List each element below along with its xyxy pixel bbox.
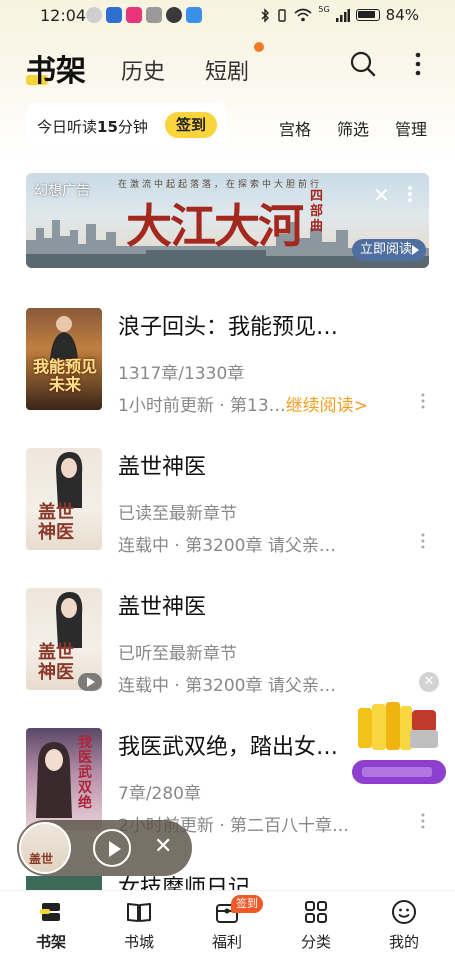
search-icon[interactable] — [350, 51, 376, 77]
battery-percent: 84% — [385, 6, 419, 24]
nav-label: 分类 — [300, 933, 331, 951]
app-icon — [146, 7, 162, 23]
nav-profile[interactable]: 我的 — [374, 899, 434, 952]
listen-minutes: 15 — [97, 118, 118, 136]
signal-icon — [335, 8, 350, 22]
listen-prefix: 今日听读 — [37, 118, 98, 136]
player-close-icon[interactable]: ✕ — [154, 834, 172, 859]
ad-more-icon[interactable] — [407, 185, 413, 203]
ad-close-icon[interactable]: ✕ — [373, 183, 390, 207]
book-progress: 7章/280章 — [118, 784, 201, 804]
game-icon — [106, 7, 122, 23]
book-more-icon[interactable] — [420, 532, 426, 550]
ad-subtitle: 四部曲 — [310, 189, 324, 234]
wifi-icon — [294, 8, 312, 22]
listen-time-text: 今日听读15分钟 — [37, 116, 148, 137]
cover-title-art: 盖世神医 — [38, 502, 74, 543]
vibrate-icon — [278, 8, 287, 22]
top-tab-bar: 书架 历史 短剧 — [0, 38, 455, 98]
app-blue-icon — [186, 7, 202, 23]
tab-bookshelf[interactable]: 书架 — [26, 46, 86, 90]
notification-icons — [86, 7, 202, 23]
status-time: 12:04 — [40, 6, 87, 25]
book-update-info: 1小时前更新 · 第13…继续阅读> — [118, 391, 368, 416]
wechat-icon — [86, 7, 102, 23]
nav-category[interactable]: 分类 — [286, 899, 346, 952]
tab-short-drama[interactable]: 短剧 — [205, 54, 249, 86]
profile-icon — [392, 900, 416, 924]
play-button[interactable] — [93, 829, 131, 867]
player-cover[interactable]: 盖世 — [19, 822, 71, 874]
grid-view-button[interactable]: 宫格 — [279, 116, 311, 140]
status-bar: 12:04 5G 84% — [0, 0, 455, 32]
tab-history[interactable]: 历史 — [121, 54, 165, 86]
book-item[interactable]: 我能预见未来 浪子回头：我能预见… 1317章/1330章 1小时前更新 · 第… — [0, 308, 455, 428]
qq-icon — [166, 7, 182, 23]
book-cover[interactable]: 盖世神医 — [26, 448, 102, 550]
nav-bookstore[interactable]: 书城 — [109, 899, 169, 952]
book-update-text: 1小时前更新 · 第13… — [118, 396, 286, 416]
ad-slogan: 在激流中起起落落，在探索中大胆前行 — [118, 180, 323, 190]
ad-title: 大江大河 — [126, 199, 304, 253]
book-item[interactable]: 盖世神医 盖世神医 已读至最新章节 连载中 · 第3200章 请父亲… — [0, 448, 455, 568]
gift-close-icon[interactable]: ✕ — [419, 672, 439, 692]
nav-label: 福利 — [211, 933, 242, 951]
ad-banner[interactable]: 幻想广告 在激流中起起落落，在探索中大胆前行 大江大河 四部曲 ✕ 立即阅读 — [26, 173, 429, 268]
cover-figure-image — [50, 316, 78, 360]
new-dot-badge — [254, 42, 264, 52]
gift-promo-icon[interactable] — [352, 700, 446, 784]
open-book-icon — [127, 903, 151, 922]
book-cover[interactable]: 我能预见未来 — [26, 308, 102, 410]
bookshelf-icon — [40, 903, 60, 921]
book-title: 盖世神医 — [118, 595, 207, 620]
nav-bookshelf[interactable]: 书架 — [21, 899, 81, 952]
filter-button[interactable]: 筛选 — [337, 116, 369, 140]
bluetooth-icon — [261, 7, 270, 23]
play-triangle-icon — [412, 245, 419, 255]
bottom-navigation: 书架 书城 福利 签到 分类 我的 — [0, 890, 455, 960]
ad-cta-label: 立即阅读 — [360, 242, 413, 257]
shopping-icon — [126, 7, 142, 23]
book-update-info: 连载中 · 第3200章 请父亲… — [118, 536, 336, 556]
ad-label: 幻想广告 — [34, 183, 90, 199]
book-item[interactable]: 盖世神医 盖世神医 已听至最新章节 连载中 · 第3200章 请父亲… — [0, 588, 455, 708]
nav-label: 书架 — [35, 933, 66, 951]
cover-figure-image — [56, 452, 83, 508]
player-cover-art: 盖世 — [29, 852, 54, 866]
ad-read-now-button[interactable]: 立即阅读 — [352, 239, 426, 261]
book-update-info: 连载中 · 第3200章 请父亲… — [118, 676, 336, 696]
book-more-icon[interactable] — [420, 812, 426, 830]
book-title: 浪子回头：我能预见… — [118, 315, 339, 340]
book-progress: 已读至最新章节 — [118, 504, 237, 524]
listen-suffix: 分钟 — [117, 118, 148, 136]
audiobook-play-icon — [78, 673, 102, 691]
signin-button[interactable]: 签到 — [165, 112, 217, 138]
listen-time-card: 今日听读15分钟 签到 — [26, 103, 227, 147]
continue-reading-link[interactable]: 继续阅读> — [286, 396, 368, 416]
book-progress: 1317章/1330章 — [118, 364, 245, 384]
category-icon — [305, 901, 327, 923]
cover-figure-image — [36, 742, 72, 818]
nav-label: 我的 — [388, 933, 419, 951]
cover-title-art: 我医武双绝 — [78, 735, 92, 811]
manage-button[interactable]: 管理 — [395, 116, 427, 140]
more-icon[interactable] — [413, 52, 423, 76]
system-status: 5G 84% — [260, 4, 419, 24]
cover-figure-image — [56, 592, 83, 648]
signin-badge: 签到 — [231, 895, 263, 913]
nav-welfare[interactable]: 福利 签到 — [197, 895, 263, 952]
book-more-icon[interactable] — [420, 392, 426, 410]
nav-label: 书城 — [123, 933, 154, 951]
book-title: 盖世神医 — [118, 455, 207, 480]
battery-icon — [355, 9, 380, 21]
mini-audio-player[interactable]: 盖世 ✕ — [17, 820, 192, 876]
book-progress: 已听至最新章节 — [118, 644, 237, 664]
book-title: 我医武双绝，踏出女… — [118, 735, 339, 760]
book-cover[interactable]: 我医武双绝 — [26, 728, 102, 830]
cover-title-art: 我能预见未来 — [32, 357, 97, 394]
network-type: 5G — [318, 4, 330, 14]
